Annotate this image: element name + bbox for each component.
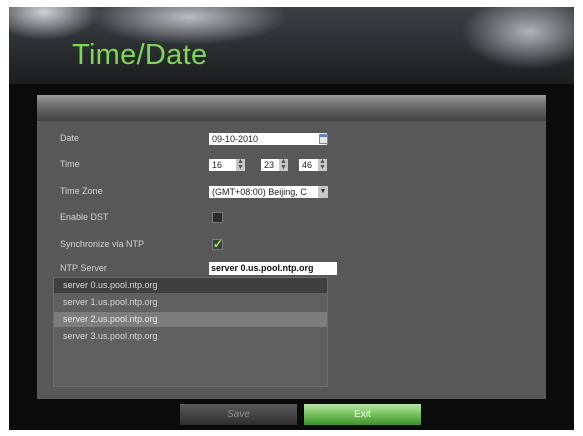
enable-dst-checkbox[interactable] xyxy=(212,212,223,223)
ntp-server-list[interactable]: server 0.us.pool.ntp.org server 1.us.poo… xyxy=(53,277,328,387)
sync-ntp-checkbox[interactable]: ✓ xyxy=(212,238,223,250)
time-zone-select[interactable]: (GMT+08:00) Beijing, C xyxy=(209,186,327,198)
chevron-down-icon[interactable]: ▼ xyxy=(318,186,328,198)
save-button[interactable]: Save xyxy=(180,404,297,425)
minute-spinner-icon[interactable]: ▲ ▼ xyxy=(279,158,288,171)
hour-spinner-icon[interactable]: ▲ ▼ xyxy=(236,158,245,171)
ntp-server-input[interactable]: server 0.us.pool.ntp.org xyxy=(209,262,337,275)
page-title: Time/Date xyxy=(72,39,208,71)
sync-ntp-label: Synchronize via NTP xyxy=(60,239,145,249)
settings-panel: Date 09-10-2010 Time 16 ▲ ▼ 23 ▲ ▼ 46 ▲ ▼ T… xyxy=(37,95,546,399)
date-field[interactable]: 09-10-2010 xyxy=(209,133,327,145)
time-zone-label: Time Zone xyxy=(60,186,103,196)
time-label: Time xyxy=(60,159,80,169)
second-spinner-icon[interactable]: ▲ ▼ xyxy=(318,158,327,171)
exit-button[interactable]: Exit xyxy=(304,404,421,425)
list-item[interactable]: server 3.us.pool.ntp.org xyxy=(54,329,327,344)
ntp-server-label: NTP Server xyxy=(60,263,107,273)
date-label: Date xyxy=(60,133,80,143)
list-item[interactable]: server 2.us.pool.ntp.org xyxy=(54,312,327,327)
calendar-icon[interactable] xyxy=(319,134,328,144)
list-item[interactable]: server 0.us.pool.ntp.org xyxy=(54,278,327,293)
dialog-window: Time/Date Date 09-10-2010 Time 16 ▲ ▼ 23 … xyxy=(9,7,574,430)
list-item[interactable]: server 1.us.pool.ntp.org xyxy=(54,295,327,310)
title-banner: Time/Date xyxy=(9,7,574,84)
panel-header-bar xyxy=(37,95,546,121)
enable-dst-label: Enable DST xyxy=(60,212,109,222)
